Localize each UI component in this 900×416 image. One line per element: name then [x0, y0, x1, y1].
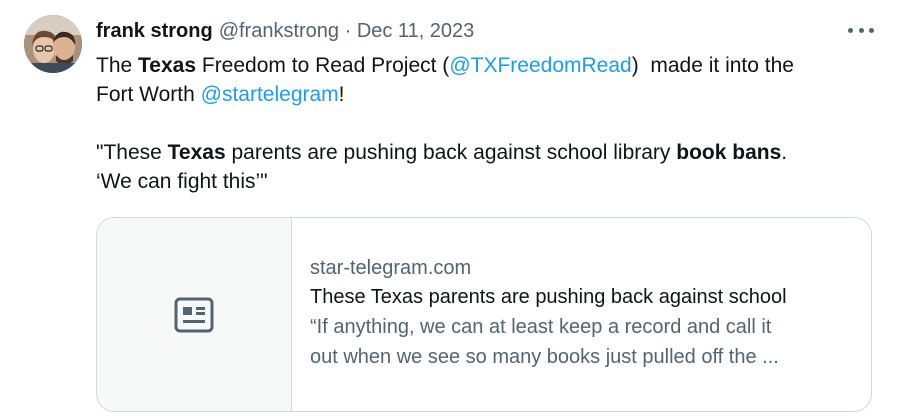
avatar-photo: [24, 15, 82, 73]
more-dot: [869, 27, 874, 33]
tweet-line-2: Fort Worth @startelegram!: [96, 80, 876, 109]
more-dot: [858, 27, 864, 33]
text-segment: parents are pushing back against school …: [225, 141, 677, 164]
mention-link[interactable]: @TXFreedomRead: [449, 54, 631, 77]
text-segment: Freedom to Read Project (: [196, 54, 450, 77]
text-segment: .: [781, 141, 788, 164]
card-description-line-1: “If anything, we can at least keep a rec…: [310, 316, 772, 338]
card-domain: star-telegram.com: [310, 257, 472, 279]
link-card[interactable]: star-telegram.com These Texas parents ar…: [96, 217, 872, 412]
tweet-quote-line-2: ‘We can fight this’": [96, 170, 268, 193]
handle-and-date[interactable]: @frankstrong · Dec 11, 2023: [219, 20, 475, 43]
text-segment: "These: [96, 141, 168, 164]
card-body[interactable]: star-telegram.com These Texas parents ar…: [310, 254, 857, 372]
tweet-quote-line-1: "These Texas parents are pushing back ag…: [96, 138, 876, 167]
bold-segment: Texas: [138, 54, 197, 77]
text-segment: Fort Worth: [96, 83, 201, 106]
card-media[interactable]: [97, 218, 292, 411]
more-dot: [848, 27, 853, 33]
card-title: These Texas parents are pushing back aga…: [310, 286, 787, 308]
text-segment: The: [96, 54, 139, 77]
bold-segment: Texas: [167, 141, 226, 164]
text-segment: ) made it into the: [631, 54, 794, 77]
author-name[interactable]: frank strong: [96, 20, 213, 43]
tweet-line-1: The Texas Freedom to Read Project (@TXFr…: [96, 51, 876, 80]
newspaper-icon: [174, 297, 214, 332]
bold-segment: book bans: [676, 141, 782, 164]
text-segment: !: [338, 83, 345, 106]
tweet-header: frank strong @frankstrong · Dec 11, 2023: [96, 16, 860, 46]
avatar[interactable]: [24, 15, 82, 73]
tweet[interactable]: frank strong @frankstrong · Dec 11, 2023…: [0, 0, 900, 416]
tweet-text: The Texas Freedom to Read Project (@TXFr…: [96, 51, 876, 196]
more-options-icon[interactable]: [848, 20, 874, 40]
card-description-line-2: out when we see so many books just pulle…: [310, 346, 779, 368]
mention-link[interactable]: @startelegram: [201, 83, 339, 106]
